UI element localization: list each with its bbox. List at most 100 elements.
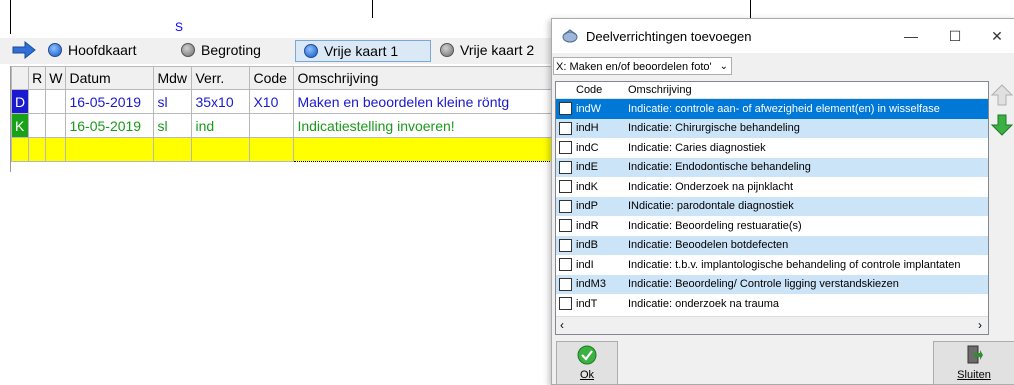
item-code: indW xyxy=(576,98,628,119)
radio-icon xyxy=(48,43,62,57)
cell[interactable] xyxy=(45,137,67,162)
row-indicator: D xyxy=(10,89,30,114)
tooth-surface-label: S xyxy=(175,20,184,34)
list-item[interactable]: indC Indicatie: Caries diagnostiek xyxy=(556,138,988,158)
checkbox[interactable] xyxy=(559,258,572,272)
cell-r[interactable] xyxy=(28,89,47,114)
checkbox[interactable] xyxy=(559,238,572,252)
dialog-titlebar[interactable]: Deelverrichtingen toevoegen — ☐ ✕ xyxy=(552,19,1014,53)
column-header-code[interactable]: Code xyxy=(249,66,295,90)
column-header-verr[interactable]: Verr. xyxy=(191,66,251,90)
checkbox[interactable] xyxy=(559,199,572,213)
item-description: Indicatie: Endodontische behandeling xyxy=(628,157,988,177)
table-row[interactable]: K 16-05-2019 sl ind Indicatiestelling in… xyxy=(10,113,555,138)
column-header-datum[interactable]: Datum xyxy=(65,66,155,90)
list-item[interactable]: indR Indicatie: Beoordeling restuaratie(s… xyxy=(556,216,988,236)
item-description: Indicatie: Caries diagnostiek xyxy=(628,141,766,154)
sluiten-button[interactable]: Sluiten xyxy=(933,341,1014,385)
cell[interactable] xyxy=(153,137,193,162)
item-description: Indicatie: controle aan- of afwezigheid … xyxy=(628,98,988,119)
deelverrichtingen-dialog: Deelverrichtingen toevoegen — ☐ ✕ X: Mak… xyxy=(551,18,1014,385)
cell-verr[interactable]: ind xyxy=(191,113,251,138)
category-dropdown[interactable]: X: Maken en/of beoordelen foto' ⌄ xyxy=(553,57,732,75)
tab-vrije-kaart-2[interactable]: Vrije kaart 2 xyxy=(440,40,534,60)
grid-header: R W Datum Mdw Verr. Code Omschrijving xyxy=(10,66,555,90)
cell[interactable] xyxy=(191,137,251,162)
cell-code[interactable] xyxy=(249,113,295,138)
cell-mdw[interactable]: sl xyxy=(153,113,193,138)
treatment-grid: R W Datum Mdw Verr. Code Omschrijving D … xyxy=(10,66,556,172)
column-header-w[interactable]: W xyxy=(45,66,67,90)
cell-datum[interactable]: 16-05-2019 xyxy=(65,89,155,114)
column-header-code[interactable]: Code xyxy=(576,82,628,99)
cell-r[interactable] xyxy=(28,113,47,138)
item-code: indR xyxy=(576,219,599,232)
cell[interactable] xyxy=(65,137,155,162)
column-header-omschrijving[interactable]: Omschrijving xyxy=(293,66,555,90)
list-header: Code Omschrijving xyxy=(556,82,988,99)
tab-begroting[interactable]: Begroting xyxy=(181,40,261,60)
maximize-icon[interactable]: ☐ xyxy=(944,25,966,47)
tab-hoofdkaart[interactable]: Hoofdkaart xyxy=(48,40,136,60)
cell-verr[interactable]: 35x10 xyxy=(191,89,251,114)
column-header-mdw[interactable]: Mdw xyxy=(153,66,193,90)
item-description: INdicatie: parodontale diagnostiek xyxy=(628,196,988,216)
table-row[interactable]: D 16-05-2019 sl 35x10 X10 Maken en beoor… xyxy=(10,89,555,114)
list-item[interactable]: indT Indicatie: onderzoek na trauma xyxy=(556,294,988,314)
checkbox[interactable] xyxy=(559,180,572,194)
tab-label: Vrije kaart 1 xyxy=(324,43,399,59)
cell-omschrijving-edit[interactable] xyxy=(293,137,555,162)
cell[interactable] xyxy=(249,137,295,162)
dropdown-value: X: Maken en/of beoordelen foto' xyxy=(556,61,712,73)
checkbox[interactable] xyxy=(559,277,572,291)
card-tabs: Hoofdkaart Begroting Vrije kaart 1 Vrije… xyxy=(0,38,560,64)
list-item[interactable]: indE Indicatie: Endodontische behandeling xyxy=(556,157,988,177)
chevron-down-icon: ⌄ xyxy=(719,61,728,72)
checkbox[interactable] xyxy=(559,219,572,233)
cell-code[interactable]: X10 xyxy=(249,89,295,114)
cell-datum[interactable]: 16-05-2019 xyxy=(65,113,155,138)
item-description: Indicatie: Chirurgische behandeling xyxy=(628,118,988,138)
item-code: indE xyxy=(576,157,628,177)
cell[interactable] xyxy=(10,137,30,162)
list-item[interactable]: indM3 Indicatie: Beoordeling/ Controle li… xyxy=(556,274,988,294)
checkbox[interactable] xyxy=(559,297,572,311)
cell-mdw[interactable]: sl xyxy=(153,89,193,114)
column-header-r[interactable]: R xyxy=(28,66,47,90)
list-item[interactable]: indP INdicatie: parodontale diagnostiek xyxy=(556,196,988,216)
list-item[interactable]: indW Indicatie: controle aan- of afwezigh… xyxy=(556,98,988,119)
item-description: Indicatie: Onderzoek na pijnklacht xyxy=(628,180,794,193)
scroll-right-icon[interactable]: › xyxy=(978,318,982,332)
tab-vrije-kaart-1[interactable]: Vrije kaart 1 xyxy=(295,40,431,62)
tab-label: Hoofdkaart xyxy=(68,42,137,58)
row-indicator: K xyxy=(10,113,30,138)
item-description: Indicatie: Beoodelen botdefecten xyxy=(628,235,988,255)
cell-w[interactable] xyxy=(45,89,67,114)
list-item[interactable]: indH Indicatie: Chirurgische behandeling xyxy=(556,118,988,138)
list-item[interactable]: indK Indicatie: Onderzoek na pijnklacht xyxy=(556,177,988,197)
minimize-icon[interactable]: — xyxy=(900,25,922,47)
close-icon[interactable]: ✕ xyxy=(986,25,1008,47)
cell-omschrijving[interactable]: Indicatiestelling invoeren! xyxy=(293,113,555,138)
item-code: indM3 xyxy=(576,274,628,294)
checkbox[interactable] xyxy=(559,141,572,155)
tab-label: Vrije kaart 2 xyxy=(460,42,535,58)
cell-w[interactable] xyxy=(45,113,67,138)
cell-omschrijving[interactable]: Maken en beoordelen kleine röntg xyxy=(293,89,555,114)
strip-divider xyxy=(372,0,373,18)
scroll-left-icon[interactable]: ‹ xyxy=(560,318,564,332)
checkbox[interactable] xyxy=(559,121,572,135)
column-header-omschrijving[interactable]: Omschrijving xyxy=(628,82,988,99)
checkbox[interactable] xyxy=(559,102,572,116)
list-item[interactable]: indI Indicatie: t.b.v. implantologische b… xyxy=(556,255,988,275)
new-entry-row[interactable] xyxy=(10,137,555,162)
deelverrichtingen-list: Code Omschrijving indW Indicatie: control… xyxy=(555,81,989,335)
move-up-icon[interactable] xyxy=(990,83,1014,107)
list-item[interactable]: indB Indicatie: Beoodelen botdefecten xyxy=(556,235,988,255)
app-icon xyxy=(562,29,578,43)
ok-button[interactable]: Ok xyxy=(556,341,618,385)
move-down-icon[interactable] xyxy=(990,113,1014,137)
checkbox[interactable] xyxy=(559,160,572,174)
horizontal-scrollbar[interactable]: ‹ › xyxy=(556,316,988,334)
cell[interactable] xyxy=(28,137,47,162)
